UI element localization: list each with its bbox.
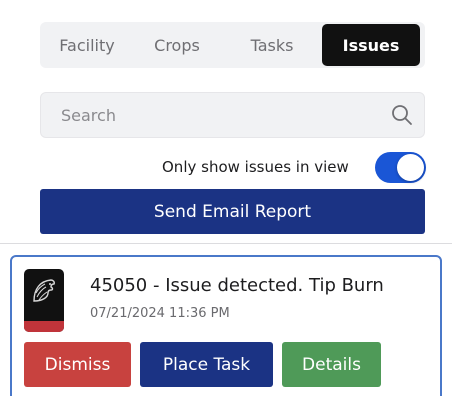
avatar-status-band <box>24 321 64 332</box>
issue-actions: Dismiss Place Task Details <box>24 342 381 387</box>
divider <box>0 243 452 244</box>
tab-crops[interactable]: Crops <box>132 24 222 66</box>
tab-issues[interactable]: Issues <box>322 24 420 66</box>
issue-timestamp: 07/21/2024 11:36 PM <box>90 306 230 321</box>
avatar <box>24 269 64 332</box>
details-button[interactable]: Details <box>282 342 381 387</box>
place-task-button[interactable]: Place Task <box>140 342 273 387</box>
issue-card[interactable]: 45050 - Issue detected. Tip Burn 07/21/2… <box>10 255 442 396</box>
tab-tasks[interactable]: Tasks <box>222 24 322 66</box>
search-input[interactable] <box>41 93 371 137</box>
issues-panel: Facility Crops Tasks Issues Only show is… <box>0 0 452 396</box>
search-box <box>40 92 425 138</box>
tab-facility[interactable]: Facility <box>42 24 132 66</box>
toggle-knob <box>397 154 424 181</box>
dismiss-button[interactable]: Dismiss <box>24 342 131 387</box>
segmented-tabs: Facility Crops Tasks Issues <box>40 22 425 68</box>
send-email-report-button[interactable]: Send Email Report <box>40 189 425 234</box>
search-icon[interactable] <box>390 103 414 127</box>
issue-title: 45050 - Issue detected. Tip Burn <box>90 275 384 296</box>
hawk-logo-icon <box>33 279 55 302</box>
filter-toggle[interactable] <box>375 152 426 183</box>
filter-toggle-label: Only show issues in view <box>162 158 349 176</box>
